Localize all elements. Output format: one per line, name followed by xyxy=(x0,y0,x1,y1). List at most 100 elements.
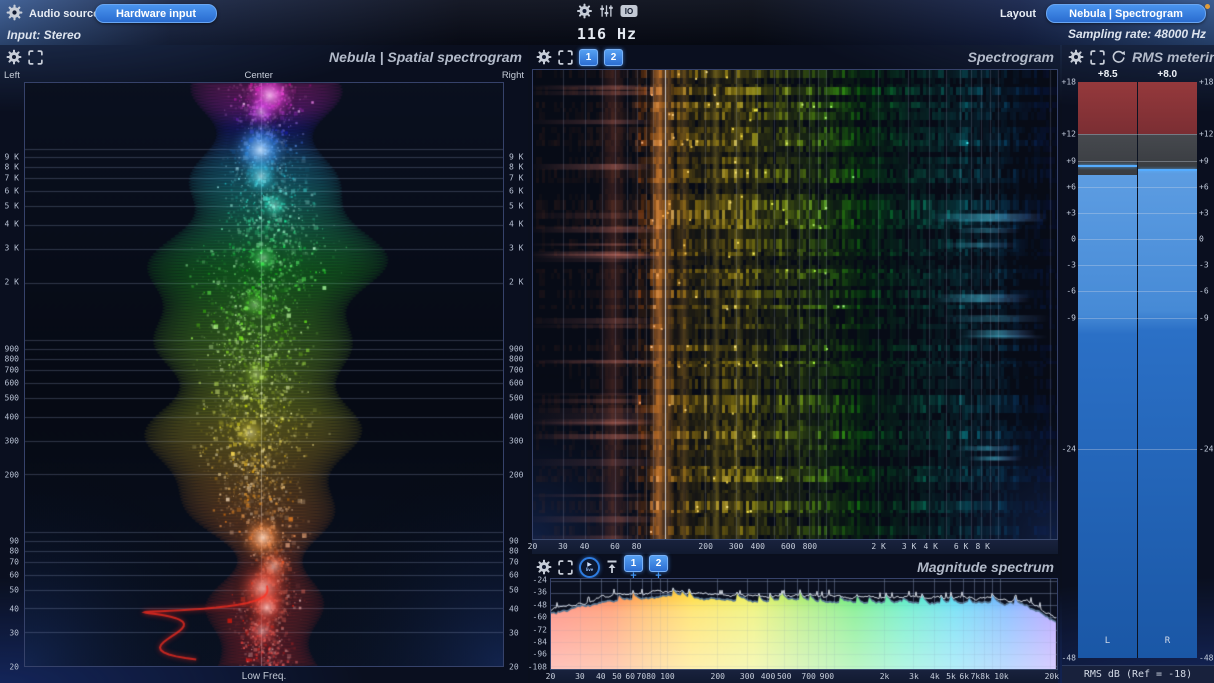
layout-preset-button[interactable]: Nebula | Spectrogram xyxy=(1046,4,1206,23)
sampling-rate-label: Sampling rate: 48000 Hz xyxy=(1067,27,1206,41)
freq-axis-label: 50 xyxy=(612,672,622,681)
freq-axis-label: 70 xyxy=(636,672,647,681)
freq-axis-label: 80 xyxy=(646,672,656,681)
db-tick-label: -72 xyxy=(532,625,547,635)
freq-tick-label: 80 xyxy=(9,546,19,556)
freq-tick-label: 50 xyxy=(509,585,519,595)
freq-axis-label: 4 K xyxy=(923,542,938,551)
rms-tick-label: +6 xyxy=(1199,182,1209,192)
freq-tick-label: 50 xyxy=(9,585,19,595)
freq-axis-label: 10k xyxy=(994,672,1009,681)
freq-tick-label: 900 xyxy=(509,344,524,354)
freq-axis-label: 40 xyxy=(579,542,590,551)
global-controls: IO xyxy=(577,3,638,19)
rms-gridline xyxy=(1078,291,1197,293)
rms-right-value: +8.0 xyxy=(1157,69,1178,80)
spatial-gear-icon[interactable] xyxy=(6,49,22,65)
freq-tick-label: 3 K xyxy=(509,243,524,253)
freq-axis-label: 2 K xyxy=(871,542,886,551)
magnitude-header: ▶ live 1 + 2 + Magnitude spectrum xyxy=(530,555,1060,582)
rms-tick-label: +18 xyxy=(1061,77,1076,87)
spectrogram-channel-2-button[interactable]: 2 xyxy=(604,48,623,66)
freq-axis-label: 6 K xyxy=(953,542,969,551)
freq-axis-label: 900 xyxy=(819,672,835,681)
settings-gear-icon[interactable] xyxy=(577,3,593,19)
top-bar: Audio source Hardware input Input: Stere… xyxy=(0,0,1214,45)
freq-tick-label: 6 K xyxy=(509,186,524,196)
freq-tick-label: 60 xyxy=(9,570,19,580)
freq-tick-label: 40 xyxy=(509,604,519,614)
freq-axis-label: 20 xyxy=(545,672,556,681)
magnitude-freq-axis: 20 30 40 50 60 70 80 100 200 300 400 500 700 900 2k 3k 4… xyxy=(546,669,1059,683)
rms-channel-label: L xyxy=(1104,636,1111,646)
peak-hold-icon[interactable] xyxy=(606,560,618,574)
freq-tick-label: 60 xyxy=(509,570,519,580)
spectrogram-fullscreen-icon[interactable] xyxy=(558,50,573,65)
spectrogram-gear-icon[interactable] xyxy=(536,49,552,65)
rms-footer-label: RMS dB (Ref = -18) xyxy=(1062,665,1214,683)
freq-tick-label: 9 K xyxy=(509,152,524,162)
low-freq-label: Low Freq. xyxy=(241,671,287,682)
freq-axis-label: 30 xyxy=(575,672,585,681)
freq-tick-label: 2 K xyxy=(509,277,524,287)
pan-axis-labels: Left Center Right xyxy=(0,70,528,82)
freq-tick-label: 800 xyxy=(4,354,19,364)
rms-tick-label: -9 xyxy=(1199,313,1209,323)
rms-header: RMS metering xyxy=(1062,45,1214,69)
db-tick-label: -36 xyxy=(532,587,547,597)
live-mode-button[interactable]: ▶ live xyxy=(579,556,600,578)
rms-fullscreen-icon[interactable] xyxy=(1090,50,1105,65)
freq-axis-label: 8 K xyxy=(975,542,990,551)
rms-metering-panel: RMS metering +8.5 +8.0 +18 +12 +9 +6 +3 0 -3 -6… xyxy=(1062,45,1214,683)
rms-tick-label: -9 xyxy=(1066,313,1076,323)
spatial-fullscreen-icon[interactable] xyxy=(28,50,43,65)
spatial-spectrogram-canvas[interactable] xyxy=(25,83,503,666)
freq-tick-label: 70 xyxy=(9,557,19,567)
spatial-spectrogram-plot[interactable] xyxy=(24,82,504,667)
freq-tick-label: 800 xyxy=(509,354,524,364)
rms-gear-icon[interactable] xyxy=(1068,49,1084,65)
freq-tick-label: 7 K xyxy=(509,173,524,183)
rms-gridline xyxy=(1078,265,1197,267)
rms-tick-label: +9 xyxy=(1066,156,1076,166)
freq-axis-label: 40 xyxy=(595,672,606,681)
live-label: live xyxy=(585,566,594,572)
magnitude-curve-1-group: 1 + xyxy=(624,555,643,582)
freq-axis-label: 60 xyxy=(610,542,620,551)
spectrogram-channel-1-button[interactable]: 1 xyxy=(579,48,598,66)
freq-axis-label: 7k xyxy=(970,672,981,681)
rms-gridline xyxy=(1078,448,1197,450)
rms-values: +8.5 +8.0 xyxy=(1078,69,1197,82)
rms-value-marker xyxy=(1138,169,1197,172)
spectrogram-canvas[interactable] xyxy=(533,70,1057,539)
magnitude-title: Magnitude spectrum xyxy=(917,559,1054,575)
rms-gridline xyxy=(1078,317,1197,319)
freq-axis-label: 600 xyxy=(780,542,796,551)
rms-tick-label: +3 xyxy=(1199,208,1209,218)
freq-axis-label: 8k xyxy=(980,672,990,681)
audio-source-gear-icon[interactable] xyxy=(6,4,23,21)
rms-reset-icon[interactable] xyxy=(1111,50,1126,65)
magnitude-plot[interactable] xyxy=(550,578,1058,670)
spectrogram-plot[interactable] xyxy=(532,69,1058,540)
freq-tick-label: 400 xyxy=(4,412,19,422)
freq-tick-label: 200 xyxy=(509,470,524,480)
freq-tick-label: 300 xyxy=(4,436,19,446)
magnitude-canvas[interactable] xyxy=(551,579,1057,669)
freq-tick-label: 500 xyxy=(509,393,524,403)
spatial-freq-ticks-right: 9 K8 K7 K 6 K 5 K 4 K 3 K 2 K 900 800 700 600 500 4… xyxy=(506,82,528,671)
hardware-input-button[interactable]: Hardware input xyxy=(95,4,217,23)
mixer-sliders-icon[interactable] xyxy=(600,4,614,18)
magnitude-fullscreen-icon[interactable] xyxy=(558,560,573,575)
freq-axis-label: 200 xyxy=(710,672,725,681)
io-routing-icon[interactable]: IO xyxy=(620,5,638,17)
spectrogram-panel: 1 2 Spectrogram 20 30 40 60 80 200 300 400 600 80… xyxy=(528,45,1060,554)
spatial-title: Nebula | Spatial spectrogram xyxy=(329,49,522,65)
rms-gridline xyxy=(1078,134,1197,136)
freq-axis-label: 400 xyxy=(750,542,765,551)
freq-axis-label: 800 xyxy=(802,542,818,551)
freq-axis-label: 30 xyxy=(558,542,568,551)
freq-tick-label: 5 K xyxy=(509,201,524,211)
magnitude-gear-icon[interactable] xyxy=(536,559,552,575)
freq-tick-label: 70 xyxy=(509,557,519,567)
